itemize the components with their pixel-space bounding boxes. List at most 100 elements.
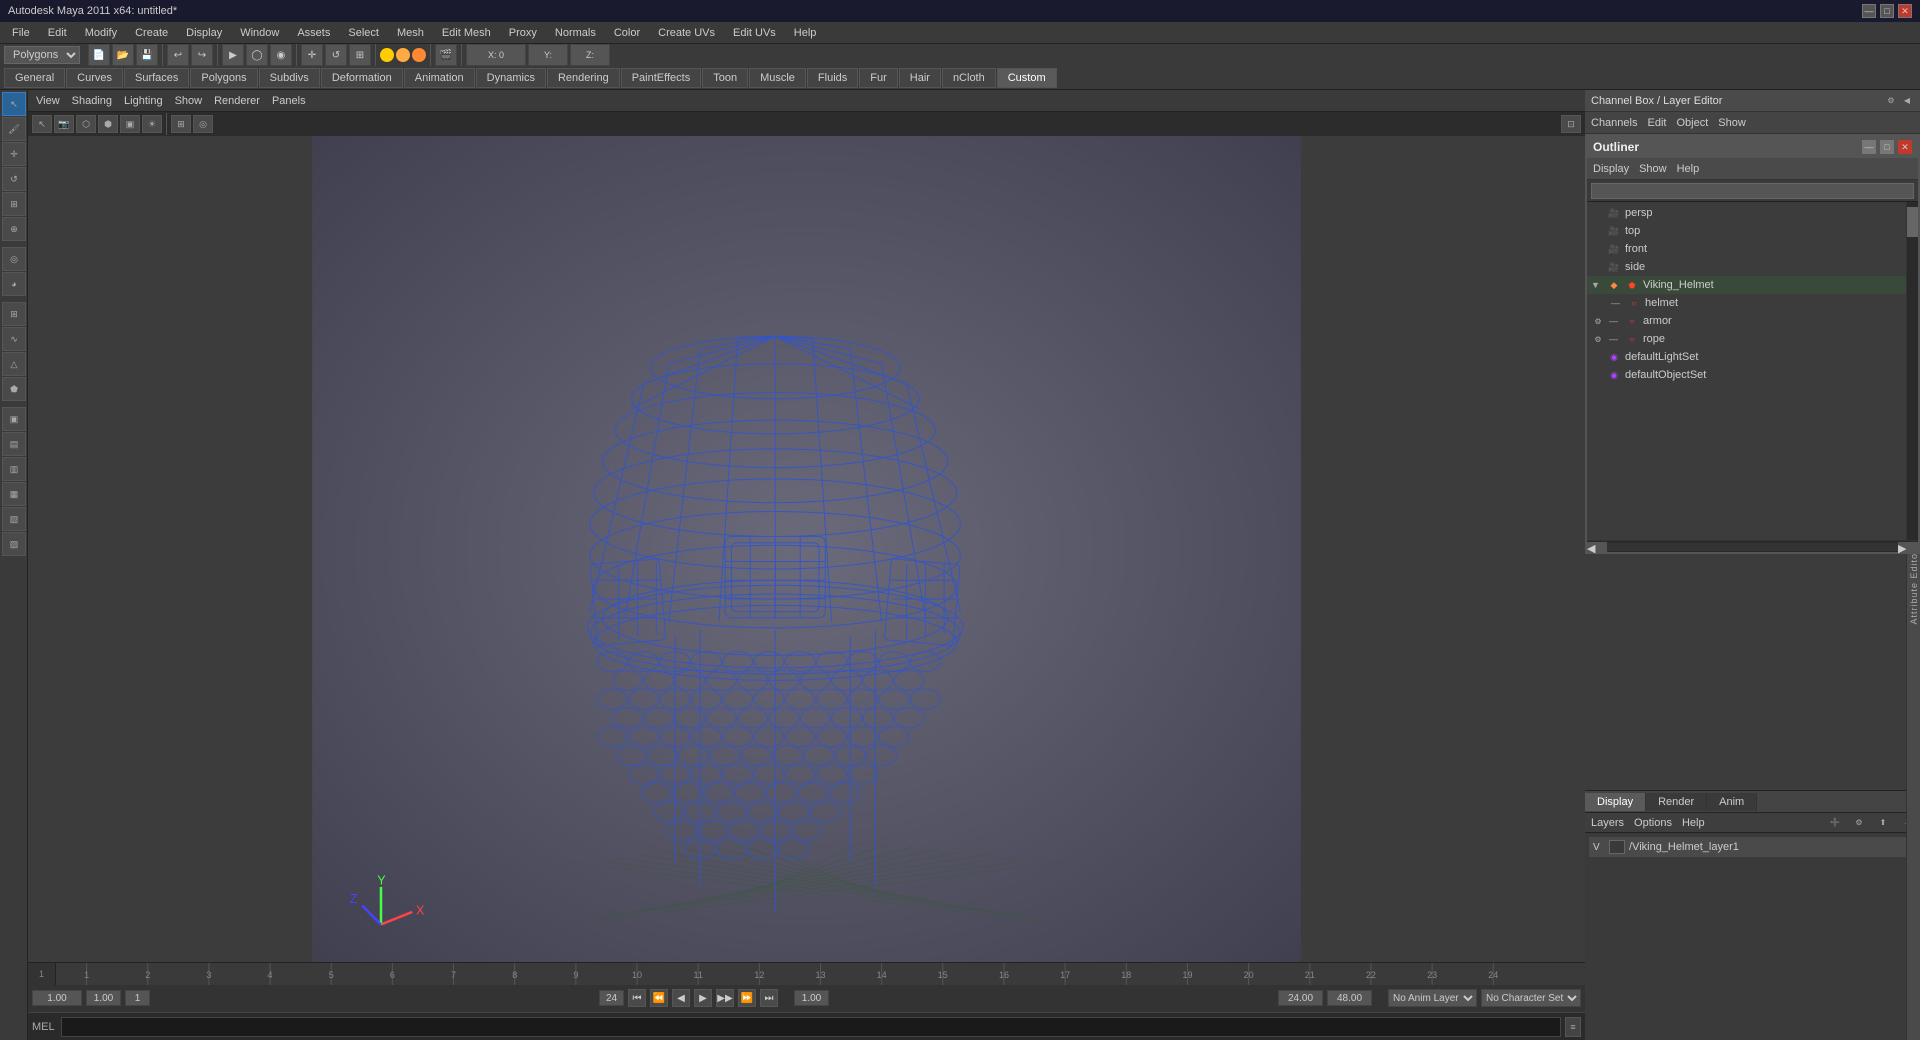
vp-menu-panels[interactable]: Panels: [272, 95, 306, 107]
menu-assets[interactable]: Assets: [289, 25, 338, 41]
tab-dynamics[interactable]: Dynamics: [476, 68, 546, 88]
move-tool[interactable]: ✛: [2, 142, 26, 166]
cb-collapse-icon[interactable]: ◀: [1900, 94, 1914, 108]
layer-visible[interactable]: V: [1593, 842, 1605, 853]
layer-settings-icon[interactable]: ⚙: [1852, 816, 1866, 830]
tab-subdivs[interactable]: Subdivs: [259, 68, 320, 88]
menu-display[interactable]: Display: [178, 25, 230, 41]
outliner-scrollbar[interactable]: [1906, 202, 1918, 540]
open-file-btn[interactable]: 📂: [112, 44, 134, 66]
vp-menu-view[interactable]: View: [36, 95, 60, 107]
menu-help[interactable]: Help: [786, 25, 825, 41]
layer-move-up-icon[interactable]: ⬆: [1876, 816, 1890, 830]
sub-layers[interactable]: Layers: [1591, 817, 1624, 829]
outliner-item-viking-helmet[interactable]: ▼ ◆ ⬟ Viking_Helmet: [1587, 276, 1906, 294]
cb-menu-object[interactable]: Object: [1676, 117, 1708, 129]
outliner-item-armor[interactable]: ⚙ — ○ armor: [1587, 312, 1906, 330]
range-current-field[interactable]: [125, 990, 150, 1006]
menu-edit-mesh[interactable]: Edit Mesh: [434, 25, 499, 41]
menu-create[interactable]: Create: [127, 25, 176, 41]
outliner-item-default-object-set[interactable]: ◉ defaultObjectSet: [1587, 366, 1906, 384]
light1-btn[interactable]: [380, 48, 394, 62]
layer-row-viking[interactable]: V /Viking_Helmet_layer1: [1589, 837, 1916, 857]
paint-tool[interactable]: 🖌: [2, 117, 26, 141]
outliner-menu-show[interactable]: Show: [1639, 163, 1667, 175]
vp-tool-render-region[interactable]: ⊡: [1561, 115, 1581, 133]
rotate-btn[interactable]: ↺: [325, 44, 347, 66]
outliner-search-input[interactable]: [1591, 183, 1914, 199]
light2-btn[interactable]: [396, 48, 410, 62]
playback-start[interactable]: [1278, 990, 1323, 1006]
sculpt-tool[interactable]: ⬟: [2, 377, 26, 401]
scale-btn[interactable]: ⊞: [349, 44, 371, 66]
poly-tool[interactable]: △: [2, 352, 26, 376]
layer-btn2[interactable]: ▤: [2, 432, 26, 456]
tab-toon[interactable]: Toon: [702, 68, 748, 88]
save-file-btn[interactable]: 💾: [136, 44, 158, 66]
light3-btn[interactable]: [412, 48, 426, 62]
tab-polygons[interactable]: Polygons: [190, 68, 257, 88]
maximize-button[interactable]: □: [1880, 4, 1894, 18]
rotate-tool[interactable]: ↺: [2, 167, 26, 191]
minimize-button[interactable]: —: [1862, 4, 1876, 18]
mel-input[interactable]: [61, 1017, 1561, 1037]
layer-btn5[interactable]: ▧: [2, 507, 26, 531]
outliner-maximize[interactable]: □: [1880, 140, 1894, 154]
layer-add-icon[interactable]: ➕: [1828, 816, 1842, 830]
range-end-field[interactable]: [599, 990, 624, 1006]
soft-select[interactable]: ◎: [2, 247, 26, 271]
menu-proxy[interactable]: Proxy: [501, 25, 545, 41]
outliner-item-default-light-set[interactable]: ◉ defaultLightSet: [1587, 348, 1906, 366]
play-fwd-btn[interactable]: ▶▶: [716, 989, 734, 1007]
tab-fur[interactable]: Fur: [859, 68, 898, 88]
outliner-item-side[interactable]: 🎥 side: [1587, 258, 1906, 276]
vp-tool-solid[interactable]: ⬢: [98, 115, 118, 133]
curve-tool[interactable]: ∿: [2, 327, 26, 351]
vp-menu-lighting[interactable]: Lighting: [124, 95, 163, 107]
outliner-h-scroll-left[interactable]: ◀: [1587, 542, 1607, 552]
timeline-ruler[interactable]: 1 2 3 4 5 6 7: [56, 963, 1585, 985]
go-end-btn[interactable]: ⏭: [760, 989, 778, 1007]
outliner-h-scroll-right[interactable]: ▶: [1898, 542, 1918, 552]
tab-fluids[interactable]: Fluids: [807, 68, 858, 88]
menu-modify[interactable]: Modify: [77, 25, 125, 41]
scale-tool[interactable]: ⊞: [2, 192, 26, 216]
outliner-item-front[interactable]: 🎥 front: [1587, 240, 1906, 258]
vp-tool-light[interactable]: ☀: [142, 115, 162, 133]
cb-settings-icon[interactable]: ⚙: [1884, 94, 1898, 108]
menu-select[interactable]: Select: [340, 25, 387, 41]
mel-script-editor-btn[interactable]: ≡: [1565, 1017, 1581, 1037]
play-back-btn[interactable]: ◀: [672, 989, 690, 1007]
next-frame-btn[interactable]: ⏩: [738, 989, 756, 1007]
helmet-expand[interactable]: ▼: [1591, 280, 1603, 290]
tab-anim[interactable]: Anim: [1707, 793, 1757, 811]
new-file-btn[interactable]: 📄: [88, 44, 110, 66]
outliner-titlebar[interactable]: Outliner — □ ✕: [1587, 136, 1918, 158]
vp-tool-grid[interactable]: ⊞: [171, 115, 191, 133]
character-set-select[interactable]: No Character Set: [1481, 989, 1581, 1007]
go-start-btn[interactable]: ⏮: [628, 989, 646, 1007]
current-time-field[interactable]: [32, 990, 82, 1006]
tab-general[interactable]: General: [4, 68, 65, 88]
layer-btn4[interactable]: ▦: [2, 482, 26, 506]
cb-menu-show[interactable]: Show: [1718, 117, 1746, 129]
tab-animation[interactable]: Animation: [404, 68, 475, 88]
menu-color[interactable]: Color: [606, 25, 648, 41]
tab-rendering[interactable]: Rendering: [547, 68, 620, 88]
undo-btn[interactable]: ↩: [167, 44, 189, 66]
tab-display[interactable]: Display: [1585, 793, 1646, 811]
paint-weights[interactable]: ◕: [2, 272, 26, 296]
show-manipulator[interactable]: ⊕: [2, 217, 26, 241]
playback-current[interactable]: [794, 990, 829, 1006]
outliner-item-top[interactable]: 🎥 top: [1587, 222, 1906, 240]
prev-frame-btn[interactable]: ⏪: [650, 989, 668, 1007]
outliner-h-scrollbar-track[interactable]: [1607, 543, 1898, 551]
select-tool[interactable]: ↖: [2, 92, 26, 116]
play-btn[interactable]: ▶: [694, 989, 712, 1007]
menu-normals[interactable]: Normals: [547, 25, 604, 41]
menu-mesh[interactable]: Mesh: [389, 25, 432, 41]
redo-btn[interactable]: ↪: [191, 44, 213, 66]
outliner-menu-display[interactable]: Display: [1593, 163, 1629, 175]
vp-menu-show[interactable]: Show: [175, 95, 203, 107]
anim-layer-select[interactable]: No Anim Layer: [1388, 989, 1477, 1007]
